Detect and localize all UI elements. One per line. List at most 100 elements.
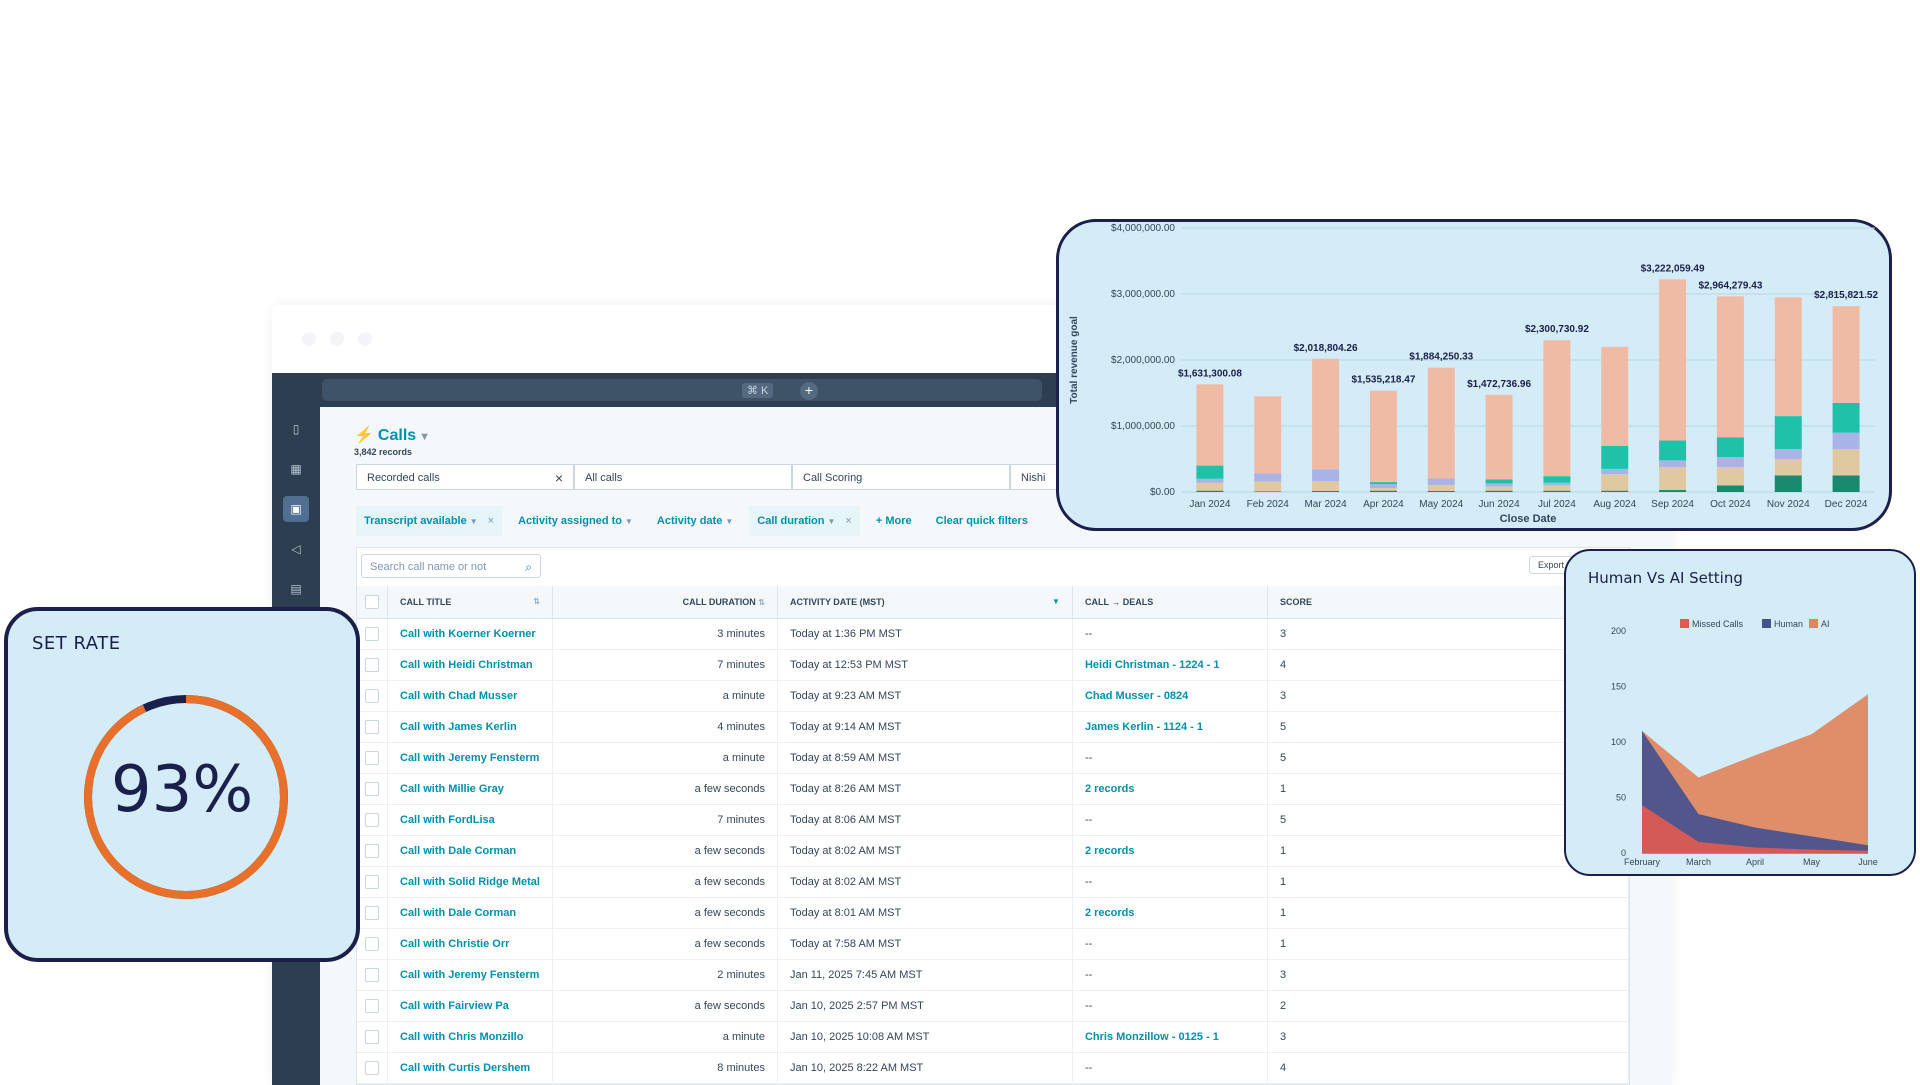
call-deal[interactable]: Chris Monzillow - 0125 - 1 bbox=[1072, 1022, 1267, 1053]
call-title-link[interactable]: Call with Christie Orr bbox=[388, 929, 553, 960]
table-row[interactable]: Call with Millie Graya few secondsToday … bbox=[357, 774, 1629, 805]
call-title-link[interactable]: Call with Solid Ridge Metal bbox=[388, 867, 553, 898]
call-title-link[interactable]: Call with Jeremy Fensterm bbox=[388, 743, 553, 774]
call-deal[interactable]: 2 records bbox=[1072, 898, 1267, 929]
call-title-link[interactable]: Call with Chris Monzillo bbox=[388, 1022, 553, 1053]
table-row[interactable]: Call with Heidi Christman7 minutesToday … bbox=[357, 650, 1629, 681]
call-deal[interactable]: 2 records bbox=[1072, 774, 1267, 805]
row-checkbox[interactable] bbox=[365, 1061, 379, 1075]
row-checkbox[interactable] bbox=[365, 627, 379, 641]
row-checkbox[interactable] bbox=[365, 720, 379, 734]
crm-icon[interactable]: ▣ bbox=[283, 496, 309, 522]
table-row[interactable]: Call with FordLisa7 minutesToday at 8:06… bbox=[357, 805, 1629, 836]
table-row[interactable]: Call with Chris Monzilloa minuteJan 10, … bbox=[357, 1022, 1629, 1053]
row-select-cell bbox=[357, 1053, 388, 1084]
col-call-duration[interactable]: CALL DURATION ⇅ bbox=[552, 586, 777, 619]
row-checkbox[interactable] bbox=[365, 937, 379, 951]
call-deal[interactable]: Heidi Christman - 1224 - 1 bbox=[1072, 650, 1267, 681]
call-duration: a few seconds bbox=[552, 774, 777, 805]
close-icon[interactable]: × bbox=[555, 465, 563, 491]
row-checkbox[interactable] bbox=[365, 813, 379, 827]
bar-segment bbox=[1196, 491, 1223, 492]
sort-icon[interactable]: ⇅ bbox=[533, 597, 540, 606]
quick-filters: Transcript available▼× Activity assigned… bbox=[356, 506, 1036, 536]
call-duration: 7 minutes bbox=[552, 650, 777, 681]
row-checkbox[interactable] bbox=[365, 999, 379, 1013]
call-deal[interactable]: James Kerlin - 1124 - 1 bbox=[1072, 712, 1267, 743]
row-checkbox[interactable] bbox=[365, 906, 379, 920]
view-tab-all[interactable]: All calls bbox=[574, 464, 792, 490]
call-title-link[interactable]: Call with James Kerlin bbox=[388, 712, 553, 743]
call-title-link[interactable]: Call with Curtis Dershem bbox=[388, 1053, 553, 1084]
close-icon[interactable]: × bbox=[845, 515, 851, 527]
window-dot[interactable] bbox=[358, 332, 372, 346]
select-all-checkbox[interactable] bbox=[365, 595, 379, 609]
row-checkbox[interactable] bbox=[365, 751, 379, 765]
bar-segment bbox=[1601, 469, 1628, 474]
search-icon[interactable]: ⌕ bbox=[525, 555, 532, 579]
filter-activity-assigned[interactable]: Activity assigned to▼ bbox=[510, 506, 641, 536]
clear-filters-button[interactable]: Clear quick filters bbox=[928, 506, 1036, 536]
y-tick-label: 200 bbox=[1611, 626, 1626, 636]
call-deal[interactable]: Chad Musser - 0824 bbox=[1072, 681, 1267, 712]
row-checkbox[interactable] bbox=[365, 782, 379, 796]
row-checkbox[interactable] bbox=[365, 1030, 379, 1044]
call-title-link[interactable]: Call with Dale Corman bbox=[388, 836, 553, 867]
col-call-deals[interactable]: CALL → DEALS bbox=[1072, 586, 1267, 619]
call-deal: -- bbox=[1072, 960, 1267, 991]
apps-grid-icon[interactable]: ▦ bbox=[283, 456, 309, 482]
table-row[interactable]: Call with Jeremy Fensterma minuteToday a… bbox=[357, 743, 1629, 774]
bar-segment bbox=[1833, 403, 1860, 433]
call-title-link[interactable]: Call with Koerner Koerner bbox=[388, 619, 553, 650]
megaphone-icon[interactable]: ◁ bbox=[283, 536, 309, 562]
table-row[interactable]: Call with Chad Mussera minuteToday at 9:… bbox=[357, 681, 1629, 712]
y-tick-label: $3,000,000.00 bbox=[1111, 289, 1175, 300]
sort-icon[interactable]: ⇅ bbox=[758, 598, 765, 607]
table-row[interactable]: Call with Christie Orra few secondsToday… bbox=[357, 929, 1629, 960]
row-checkbox[interactable] bbox=[365, 844, 379, 858]
table-row[interactable]: Call with Dale Cormana few secondsToday … bbox=[357, 898, 1629, 929]
bar-segment bbox=[1775, 416, 1802, 449]
table-row[interactable]: Call with Dale Cormana few secondsToday … bbox=[357, 836, 1629, 867]
row-checkbox[interactable] bbox=[365, 658, 379, 672]
close-icon[interactable]: × bbox=[488, 515, 494, 527]
call-title-link[interactable]: Call with Jeremy Fensterm bbox=[388, 960, 553, 991]
call-title-link[interactable]: Call with Heidi Christman bbox=[388, 650, 553, 681]
inbox-icon[interactable]: ▤ bbox=[283, 576, 309, 602]
search-input[interactable]: Search call name or not⌕ bbox=[361, 554, 541, 578]
call-title-link[interactable]: Call with FordLisa bbox=[388, 805, 553, 836]
filter-call-duration[interactable]: Call duration▼× bbox=[749, 506, 860, 536]
table-row[interactable]: Call with Solid Ridge Metala few seconds… bbox=[357, 867, 1629, 898]
global-search-bar[interactable]: ⌘ K + bbox=[322, 379, 1042, 401]
row-checkbox[interactable] bbox=[365, 968, 379, 982]
bookmark-icon[interactable]: ▯ bbox=[283, 416, 309, 442]
row-checkbox[interactable] bbox=[365, 689, 379, 703]
bar-segment bbox=[1486, 479, 1513, 483]
col-activity-date[interactable]: ACTIVITY DATE (MST)▼ bbox=[777, 586, 1072, 619]
table-row[interactable]: Call with Koerner Koerner3 minutesToday … bbox=[357, 619, 1629, 650]
page-title[interactable]: ⚡Calls▼ bbox=[354, 425, 430, 445]
table-row[interactable]: Call with Fairview Paa few secondsJan 10… bbox=[357, 991, 1629, 1022]
column-label: CALL → DEALS bbox=[1085, 597, 1153, 607]
table-row[interactable]: Call with Jeremy Fensterm2 minutesJan 11… bbox=[357, 960, 1629, 991]
filter-activity-date[interactable]: Activity date▼ bbox=[649, 506, 741, 536]
x-tick-label: Dec 2024 bbox=[1825, 499, 1868, 510]
row-select-cell bbox=[357, 805, 388, 836]
call-deal[interactable]: 2 records bbox=[1072, 836, 1267, 867]
row-checkbox[interactable] bbox=[365, 875, 379, 889]
col-call-title[interactable]: CALL TITLE⇅ bbox=[388, 586, 553, 619]
add-icon[interactable]: + bbox=[800, 382, 818, 400]
table-row[interactable]: Call with James Kerlin4 minutesToday at … bbox=[357, 712, 1629, 743]
table-row[interactable]: Call with Curtis Dershem8 minutesJan 10,… bbox=[357, 1053, 1629, 1084]
window-dot[interactable] bbox=[302, 332, 316, 346]
call-title-link[interactable]: Call with Dale Corman bbox=[388, 898, 553, 929]
call-title-link[interactable]: Call with Chad Musser bbox=[388, 681, 553, 712]
view-tab-scoring[interactable]: Call Scoring bbox=[792, 464, 1010, 490]
window-dot[interactable] bbox=[330, 332, 344, 346]
filter-transcript[interactable]: Transcript available▼× bbox=[356, 506, 502, 536]
view-tab-recorded[interactable]: Recorded calls× bbox=[356, 464, 574, 490]
more-filters-button[interactable]: + More bbox=[868, 506, 920, 536]
sort-desc-icon[interactable]: ▼ bbox=[1052, 597, 1060, 606]
call-title-link[interactable]: Call with Millie Gray bbox=[388, 774, 553, 805]
call-title-link[interactable]: Call with Fairview Pa bbox=[388, 991, 553, 1022]
